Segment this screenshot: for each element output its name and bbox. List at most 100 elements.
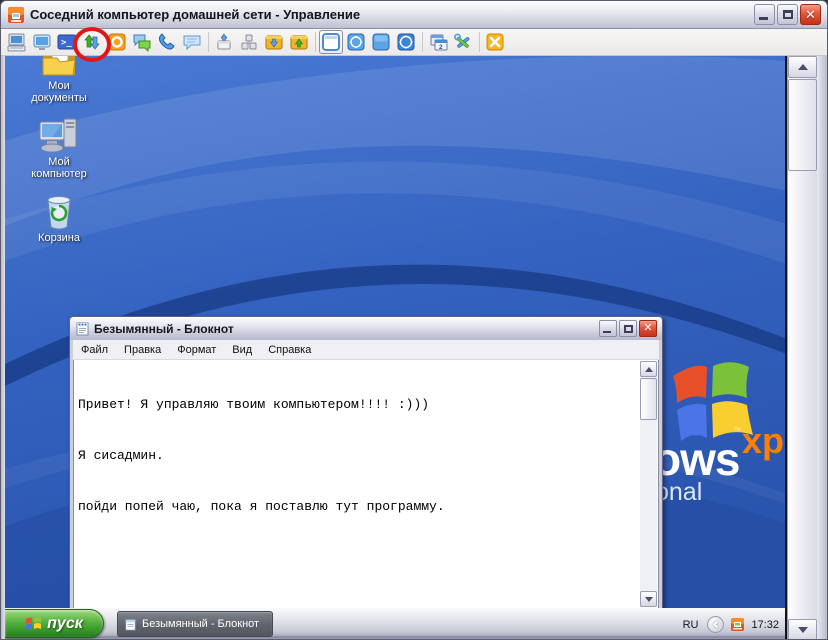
scrollbar-thumb[interactable]	[640, 378, 657, 420]
crate-up-icon	[289, 32, 309, 52]
view-only-button[interactable]	[30, 30, 54, 54]
wrench-icon	[453, 32, 473, 52]
tools-button[interactable]	[451, 30, 475, 54]
notepad-title: Безымянный - Блокнот	[94, 322, 597, 336]
file-transfer-button[interactable]	[80, 30, 104, 54]
send-message-button[interactable]	[180, 30, 204, 54]
radmin-tray-icon[interactable]	[730, 617, 745, 632]
remote-desktop[interactable]: ows ™ xp onal Мои документы	[5, 56, 787, 640]
window-titlebar[interactable]: Соседний компьютер домашней сети - Управ…	[1, 1, 827, 29]
radmin-window: Соседний компьютер домашней сети - Управ…	[0, 0, 828, 640]
notepad-text-area[interactable]: Привет! Я управляю твоим компьютером!!!!…	[73, 360, 659, 609]
view-fullscreen-stretch-button[interactable]	[394, 30, 418, 54]
view-normal-button[interactable]	[319, 30, 343, 54]
chat-bubbles-icon	[132, 32, 152, 52]
radmin-app-icon	[7, 6, 25, 24]
scroll-down-button[interactable]	[788, 619, 817, 640]
toolbar-separator	[312, 31, 319, 53]
window-title: Соседний компьютер домашней сети - Управ…	[30, 7, 754, 22]
power-icon	[107, 32, 127, 52]
language-indicator[interactable]: RU	[680, 618, 702, 632]
cascade-icon: 2	[428, 32, 448, 52]
notepad-scrollbar[interactable]	[640, 361, 657, 607]
desktop-icon-label: Корзина	[38, 232, 80, 244]
clock[interactable]: 17:32	[751, 619, 779, 631]
notepad-titlebar[interactable]: Безымянный - Блокнот ✕	[70, 317, 662, 340]
taskbar-item-notepad[interactable]: Безымянный - Блокнот	[117, 611, 273, 637]
scrollbar-track[interactable]	[788, 171, 817, 619]
window-normal-icon	[321, 32, 341, 52]
phone-icon	[157, 32, 177, 52]
remote-taskbar: пуск Безымянный - Блокнот RU	[5, 608, 785, 640]
file-transfer-icon	[82, 32, 102, 52]
terminal-icon: >_	[57, 32, 77, 52]
telnet-button[interactable]: >_	[55, 30, 79, 54]
menu-help[interactable]: Справка	[260, 342, 319, 358]
hide-icons-button[interactable]	[707, 616, 724, 633]
view-stretch-button[interactable]	[369, 30, 393, 54]
scroll-up-button[interactable]	[640, 361, 657, 377]
toolbar: >_	[1, 29, 827, 56]
voice-chat-button[interactable]	[155, 30, 179, 54]
file-download-button[interactable]	[262, 30, 286, 54]
remote-view: ows ™ xp onal Мои документы	[1, 56, 827, 640]
notepad-window[interactable]: Безымянный - Блокнот ✕ Файл Правка Форма…	[69, 316, 663, 612]
scroll-up-button[interactable]	[788, 56, 817, 78]
close-x-icon	[485, 32, 505, 52]
window-frame-right	[817, 56, 827, 640]
full-control-button[interactable]	[5, 30, 29, 54]
fullscreen-icon	[346, 32, 366, 52]
minimize-button[interactable]	[754, 4, 775, 25]
fullscreen-stretch-icon	[396, 32, 416, 52]
structure-button[interactable]	[237, 30, 261, 54]
maximize-button[interactable]	[777, 4, 798, 25]
close-icon: ✕	[643, 323, 652, 334]
maximize-icon	[624, 325, 633, 333]
menu-format[interactable]: Формат	[169, 342, 224, 358]
start-button[interactable]: пуск	[5, 609, 104, 638]
install-package-button[interactable]	[212, 30, 236, 54]
recycle-bin-icon	[42, 194, 76, 230]
text-line: пойди попей чаю, пока я поставлю тут про…	[78, 498, 635, 515]
taskbar-item-label: Безымянный - Блокнот	[142, 618, 259, 630]
text-line: Я сисадмин.	[78, 447, 635, 464]
my-documents-icon	[40, 56, 78, 78]
scrollbar-track[interactable]	[640, 420, 657, 591]
box-download-icon	[214, 32, 234, 52]
notepad-text[interactable]: Привет! Я управляю твоим компьютером!!!!…	[74, 360, 639, 608]
desktop-icon-my-documents[interactable]: Мои документы	[19, 56, 99, 104]
message-bubble-icon	[182, 32, 202, 52]
menu-view[interactable]: Вид	[224, 342, 260, 358]
notepad-icon	[75, 321, 90, 336]
menu-edit[interactable]: Правка	[116, 342, 169, 358]
notepad-close-button[interactable]: ✕	[639, 320, 657, 337]
file-upload-button[interactable]	[287, 30, 311, 54]
view-fullscreen-button[interactable]	[344, 30, 368, 54]
toolbar-separator	[205, 31, 212, 53]
shutdown-button[interactable]	[105, 30, 129, 54]
minimize-icon	[603, 331, 611, 333]
scroll-down-button[interactable]	[640, 591, 657, 607]
my-computer-icon	[38, 116, 80, 154]
notepad-icon	[124, 618, 137, 631]
desktop-icon-my-computer[interactable]: Мой компьютер	[19, 116, 99, 180]
cubes-icon	[239, 32, 259, 52]
view-scrollbar[interactable]	[787, 56, 817, 640]
scrollbar-thumb[interactable]	[788, 79, 817, 171]
text-line: Привет! Я управляю твоим компьютером!!!!…	[78, 396, 635, 413]
menu-file[interactable]: Файл	[73, 342, 116, 358]
start-label: пуск	[47, 615, 83, 633]
desktop-icon-recycle-bin[interactable]: Корзина	[19, 194, 99, 244]
text-chat-button[interactable]	[130, 30, 154, 54]
arrow-down-icon	[645, 597, 653, 602]
notepad-menubar: Файл Правка Формат Вид Справка	[73, 340, 659, 360]
cascade-windows-button[interactable]: 2	[426, 30, 450, 54]
notepad-maximize-button[interactable]	[619, 320, 637, 337]
close-connection-button[interactable]	[483, 30, 507, 54]
notepad-minimize-button[interactable]	[599, 320, 617, 337]
arrow-up-icon	[798, 64, 808, 70]
system-tray: RU 17:32	[680, 608, 781, 640]
xp-logo-tm: ™	[733, 426, 741, 435]
start-flag-icon	[25, 616, 42, 632]
close-button[interactable]: ✕	[800, 4, 821, 25]
